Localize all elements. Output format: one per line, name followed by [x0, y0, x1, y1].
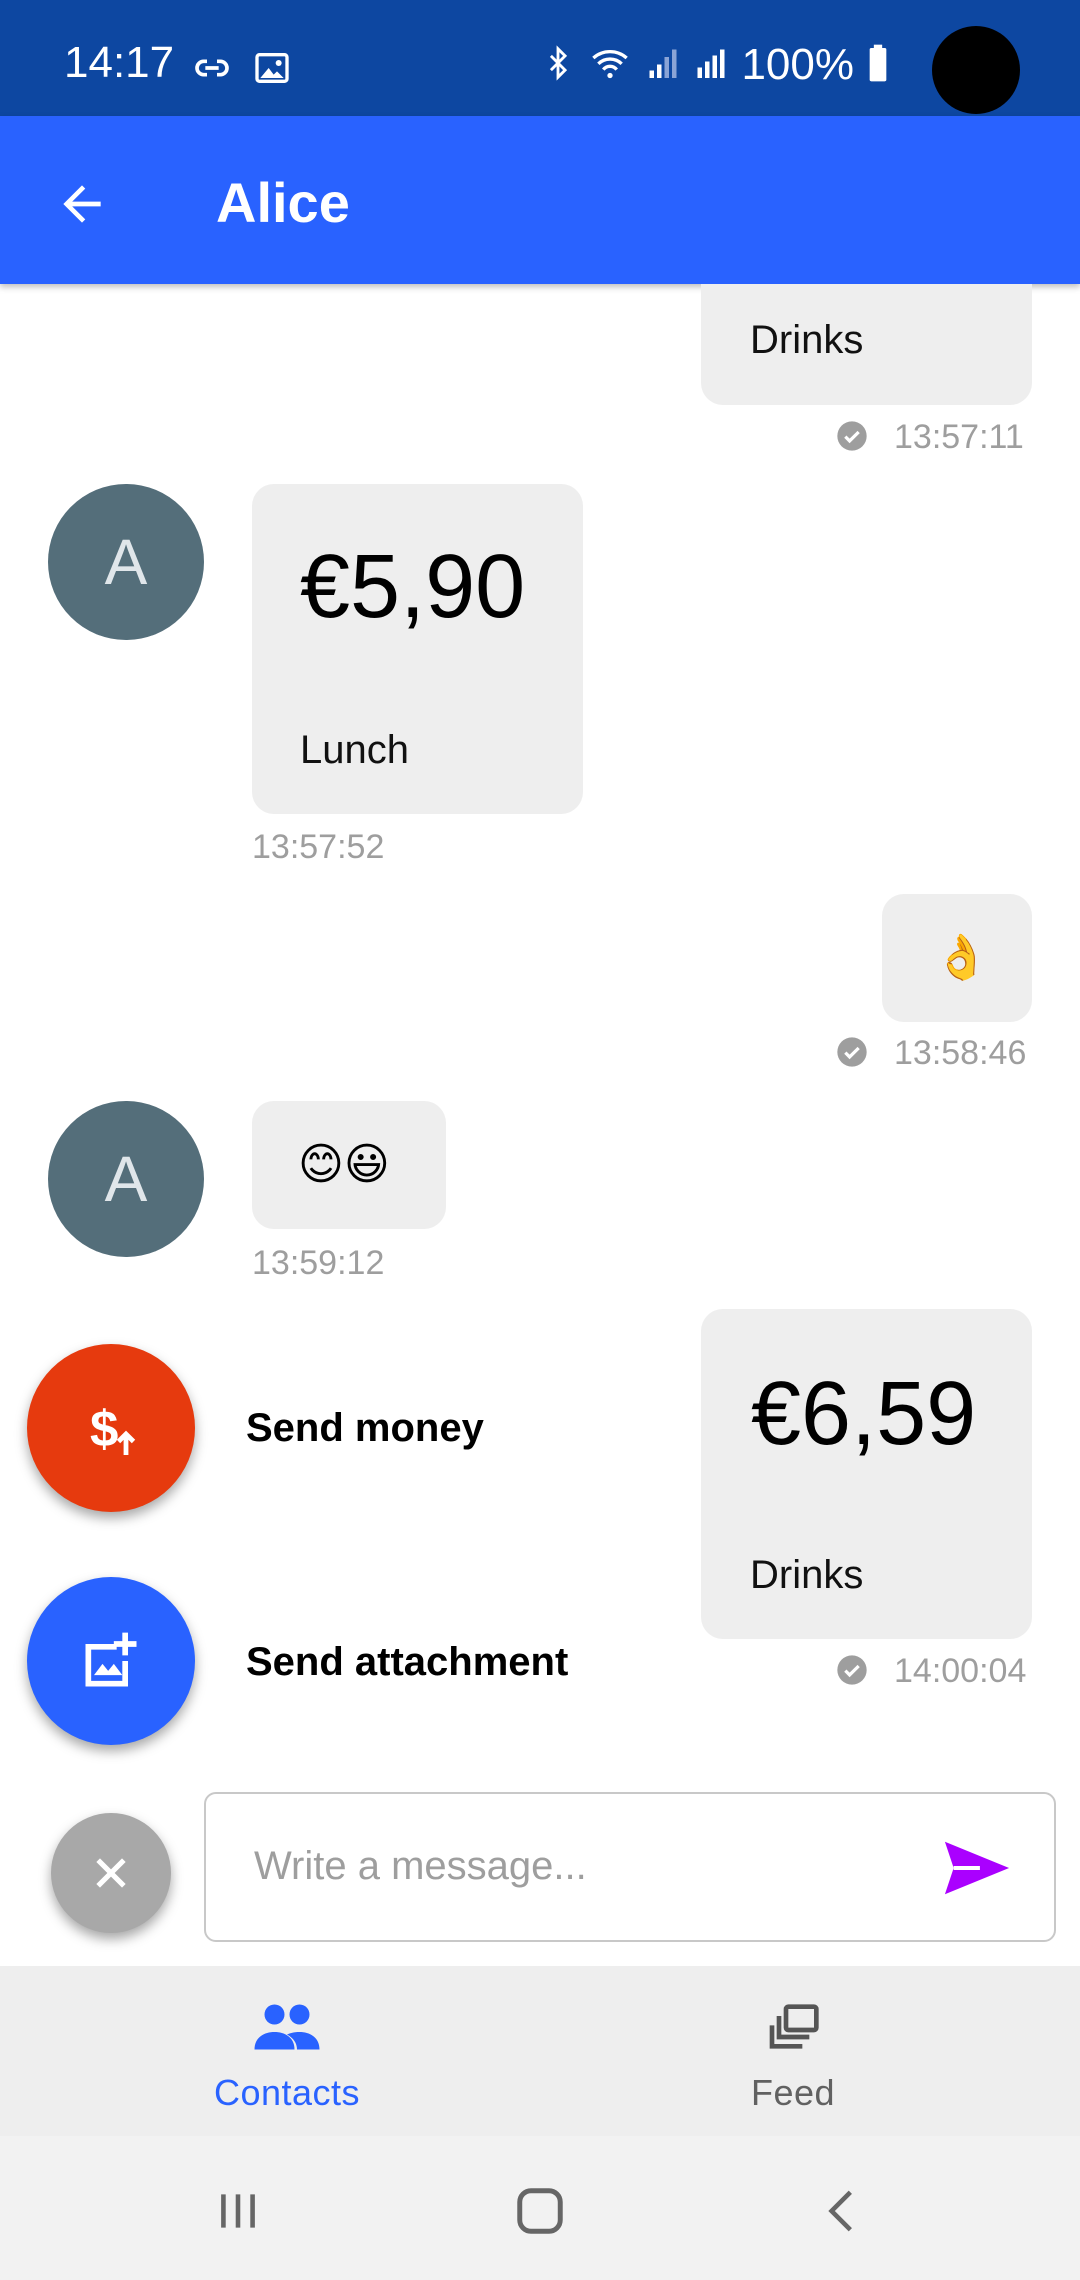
send-money-icon: $: [90, 1400, 136, 1457]
status-bar: 14:17 100%: [0, 0, 1080, 116]
nav-label-contacts: Contacts: [213, 2072, 361, 2113]
avatar-initial: A: [104, 526, 148, 598]
close-fab-button[interactable]: [51, 1813, 171, 1933]
wifi-icon: [587, 43, 633, 88]
payment-note: Lunch: [300, 728, 409, 772]
send-icon: [944, 1841, 1010, 1895]
message-timestamp: 13:57:52: [252, 828, 385, 866]
back-button[interactable]: [44, 166, 120, 242]
message-bubble-outgoing[interactable]: Drinks: [701, 284, 1032, 405]
recent-apps-button[interactable]: [198, 2176, 278, 2246]
page-title: Alice: [216, 171, 350, 234]
avatar[interactable]: A: [48, 484, 204, 640]
camera-cutout: [932, 26, 1020, 114]
status-time: 14:17: [64, 38, 175, 87]
message-input-placeholder: Write a message...: [254, 1844, 587, 1888]
message-emoji: 😊😃: [298, 1140, 390, 1189]
battery-icon: [866, 43, 890, 88]
image-icon: [252, 48, 292, 93]
bluetooth-icon: [541, 43, 575, 88]
nav-item-feed[interactable]: Feed: [523, 1966, 1063, 2136]
send-money-button[interactable]: $: [27, 1344, 195, 1512]
arrow-back-icon: [63, 185, 101, 223]
system-navigation-bar: [0, 2136, 1080, 2280]
message-bubble-incoming[interactable]: 😊😃: [252, 1101, 446, 1229]
nav-item-contacts[interactable]: Contacts: [17, 1966, 557, 2136]
message-timestamp: 13:59:12: [252, 1244, 385, 1282]
system-back-button[interactable]: [802, 2176, 882, 2246]
payment-amount: €5,90: [300, 537, 526, 637]
avatar[interactable]: A: [48, 1101, 204, 1257]
send-button[interactable]: [942, 1838, 1012, 1898]
payment-note: Drinks: [750, 1553, 864, 1597]
message-timestamp: 13:58:46: [894, 1034, 1027, 1072]
signal-icon: [645, 43, 681, 88]
bottom-navigation: Contacts Feed: [0, 1966, 1080, 2136]
send-attachment-button[interactable]: [27, 1577, 195, 1745]
link-icon: [192, 48, 232, 93]
app-bar: Alice: [0, 116, 1080, 284]
recent-apps-icon: [221, 2194, 255, 2228]
feed-icon: [769, 2004, 819, 2049]
add-photo-icon: [85, 1632, 137, 1687]
people-icon: [254, 2004, 320, 2050]
payment-bubble-incoming[interactable]: €5,90 Lunch: [252, 484, 583, 814]
message-timestamp: 13:57:11: [894, 418, 1024, 456]
send-money-label[interactable]: Send money: [246, 1406, 484, 1451]
message-timestamp: 14:00:04: [894, 1652, 1027, 1690]
send-attachment-label[interactable]: Send attachment: [246, 1640, 568, 1685]
signal-roaming-icon: [693, 43, 729, 88]
check-circle-icon: [837, 1037, 867, 1067]
payment-bubble-outgoing[interactable]: €6,59 Drinks: [701, 1309, 1032, 1639]
close-icon: [96, 1858, 126, 1888]
home-icon: [517, 2188, 563, 2234]
svg-text:$: $: [90, 1400, 118, 1457]
payment-amount: €6,59: [751, 1364, 977, 1464]
avatar-initial: A: [104, 1143, 148, 1215]
chevron-left-icon: [828, 2190, 852, 2232]
message-input[interactable]: Write a message...: [204, 1792, 1056, 1942]
check-circle-icon: [837, 1655, 867, 1685]
payment-note: Drinks: [750, 318, 864, 362]
home-button[interactable]: [500, 2176, 580, 2246]
check-circle-icon: [837, 421, 867, 451]
message-bubble-outgoing[interactable]: 👌: [882, 894, 1032, 1022]
message-emoji: 👌: [934, 933, 989, 982]
nav-label-feed: Feed: [750, 2072, 836, 2113]
battery-percent: 100%: [741, 40, 854, 89]
